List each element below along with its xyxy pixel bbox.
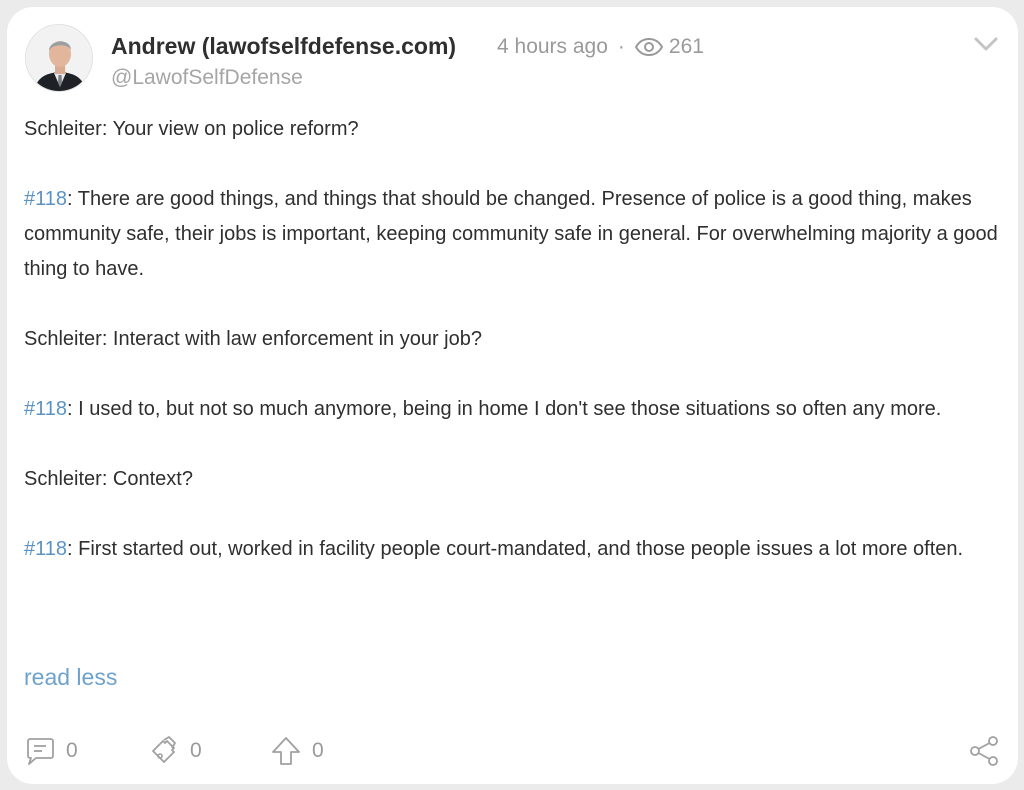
speaker-name: Schleiter	[24, 118, 102, 140]
author-handle[interactable]: @LawofSelfDefense	[111, 66, 303, 90]
paragraph-text: : Your view on police reform?	[101, 118, 359, 140]
repost-icon	[152, 736, 176, 763]
paragraph-text: : I used to, but not so much anymore, be…	[67, 398, 942, 420]
hashtag-link[interactable]: #118	[24, 188, 67, 210]
post-paragraph: Schleiter: Interact with law enforcement…	[24, 322, 1009, 357]
post-meta: 4 hours ago · 261	[497, 35, 704, 59]
eye-icon	[634, 38, 663, 56]
post-paragraph: #118: There are good things, and things …	[24, 182, 1009, 287]
speaker-name: Schleiter	[24, 328, 102, 350]
paragraph-text: : There are good things, and things that…	[24, 188, 998, 280]
upvote-arrow-icon	[272, 737, 300, 765]
repost-count: 0	[190, 739, 202, 762]
speaker-name: Schleiter	[24, 468, 102, 490]
post-paragraph: #118: First started out, worked in facil…	[24, 532, 1009, 567]
comment-icon	[27, 738, 54, 765]
post-paragraph: Schleiter: Your view on police reform?	[24, 112, 1009, 147]
repost-button[interactable]: 0	[148, 735, 202, 767]
post-time[interactable]: 4 hours ago	[497, 35, 608, 59]
hashtag-link[interactable]: #118	[24, 538, 67, 560]
post-body: Schleiter: Your view on police reform? #1…	[24, 112, 1009, 567]
hashtag-link[interactable]: #118	[24, 398, 67, 420]
share-icon[interactable]	[968, 735, 1000, 767]
author-name[interactable]: Andrew (lawofselfdefense.com)	[111, 33, 456, 60]
post-paragraph: Schleiter: Context?	[24, 462, 1009, 497]
paragraph-text: : First started out, worked in facility …	[67, 538, 964, 560]
author-avatar[interactable]	[25, 24, 93, 92]
post-paragraph: #118: I used to, but not so much anymore…	[24, 392, 1009, 427]
comment-count: 0	[66, 739, 78, 762]
comment-button[interactable]: 0	[24, 735, 78, 767]
upvote-count: 0	[312, 739, 324, 762]
chevron-down-icon[interactable]	[972, 34, 1000, 54]
view-count: 261	[668, 35, 704, 58]
upvote-button[interactable]: 0	[270, 735, 324, 767]
read-less-link[interactable]: read less	[24, 664, 117, 691]
paragraph-text: : Interact with law enforcement in your …	[101, 328, 482, 350]
paragraph-text: : Context?	[101, 468, 193, 490]
meta-separator: ·	[617, 35, 625, 58]
